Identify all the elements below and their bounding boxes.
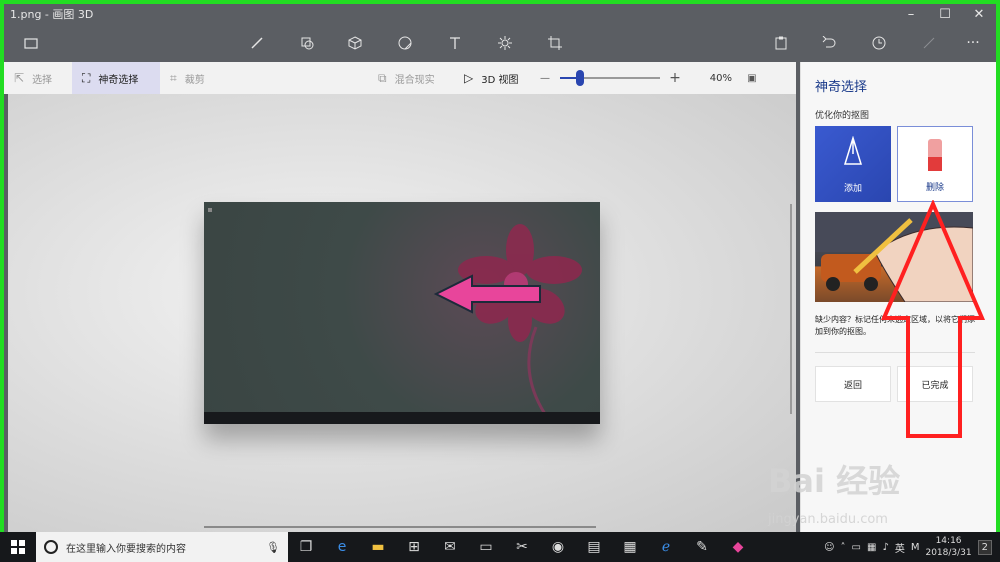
more-icon[interactable]: ···	[962, 32, 984, 54]
windows-start-icon[interactable]	[0, 532, 36, 562]
main-toolbar: ···	[4, 24, 996, 62]
microphone-icon[interactable]: 🎙	[266, 541, 280, 554]
image-view-icon[interactable]: ▣	[732, 73, 772, 84]
erase-mode-button[interactable]: 删除	[897, 126, 973, 202]
crop-tool[interactable]: ⌗ 裁剪	[160, 62, 230, 94]
file-explorer-icon[interactable]: ▬	[360, 532, 396, 562]
crop-icon: ⌗	[170, 70, 177, 85]
magic-select-icon: ⛶	[82, 70, 91, 85]
magic-select-panel: 神奇选择 优化你的抠图 添加 删除 缺少内容？标记任何未选定区域，以将它们添加到…	[800, 62, 996, 532]
zoom-slider-thumb[interactable]	[576, 70, 584, 86]
horizontal-scrollbar[interactable]	[204, 526, 596, 528]
3d-shapes-icon[interactable]	[344, 32, 366, 54]
redo-icon[interactable]	[918, 32, 940, 54]
zoom-out-button[interactable]: —	[534, 73, 556, 84]
erase-label: 删除	[925, 183, 944, 193]
zoom-in-button[interactable]: +	[664, 70, 686, 86]
history-icon[interactable]	[868, 32, 890, 54]
task-view-icon[interactable]: ❐	[288, 532, 324, 562]
panel-subtitle: 优化你的抠图	[815, 111, 870, 121]
pen-icon	[843, 136, 863, 165]
system-tray: ☺ ˄ ▭ ▦ ♪ 英 M 14:16 2018/3/31 2	[824, 535, 1000, 559]
maximize-button[interactable]: ☐	[928, 4, 962, 24]
people-icon[interactable]: ☺	[824, 542, 834, 553]
select-tool[interactable]: ⇱ 选择	[4, 62, 72, 94]
crop-label: 裁剪	[184, 74, 205, 86]
zoom-slider[interactable]	[556, 62, 664, 94]
magic-select-label: 神奇选择	[98, 74, 139, 86]
select-label: 选择	[32, 74, 53, 86]
hint-illustration	[815, 212, 973, 302]
effects-icon[interactable]	[494, 32, 516, 54]
title-bar: 1.png - 画图 3D – ☐ ✕	[4, 4, 996, 24]
battery-icon[interactable]: ▭	[852, 542, 861, 553]
canvas-area[interactable]	[8, 94, 796, 532]
brush-icon[interactable]	[246, 32, 268, 54]
tray-expand-icon[interactable]: ˄	[841, 542, 846, 553]
done-button[interactable]: 已完成	[897, 366, 973, 402]
eraser-icon	[928, 139, 942, 171]
cortana-icon	[44, 540, 58, 554]
internet-explorer-icon[interactable]: ℯ	[648, 532, 684, 562]
window-title: 1.png - 画图 3D	[10, 8, 94, 21]
menu-folder-icon[interactable]	[20, 32, 42, 54]
text-icon[interactable]	[444, 32, 466, 54]
input-lang-indicator[interactable]: 英	[895, 540, 905, 555]
ime-indicator[interactable]: M	[911, 542, 920, 553]
remote-desktop-icon[interactable]: ▭	[468, 532, 504, 562]
hint-text: 缺少内容？标记任何未选定区域，以将它们添加到你的抠图。	[815, 315, 975, 336]
pointer-icon: ⇱	[14, 71, 25, 85]
add-label: 添加	[843, 184, 862, 194]
mixed-reality-button[interactable]: ⧉ 混合现实	[368, 62, 454, 94]
3d-view-label: 3D 视图	[481, 74, 519, 86]
network-icon[interactable]: ▦	[867, 542, 876, 553]
taskbar-clock[interactable]: 14:16 2018/3/31	[925, 535, 971, 559]
3d-view-button[interactable]: ▷ 3D 视图	[454, 62, 534, 94]
magic-select-subbar: ⇱ 选择 ⛶ 神奇选择 ⌗ 裁剪 ⧉ 混合现实 ▷ 3D 视图 — + 40% …	[4, 62, 796, 94]
zoom-level: 40%	[709, 72, 732, 84]
stickers-icon[interactable]	[394, 32, 416, 54]
clock-date: 2018/3/31	[925, 548, 972, 558]
notification-badge[interactable]: 2	[977, 539, 992, 555]
3d-view-icon: ▷	[464, 71, 474, 85]
mail-icon[interactable]: ✉	[432, 532, 468, 562]
calculator-icon[interactable]: ▦	[612, 532, 648, 562]
magic-select-tool[interactable]: ⛶ 神奇选择	[72, 62, 160, 94]
vertical-scrollbar[interactable]	[790, 204, 792, 414]
paint-classic-icon[interactable]: ✎	[684, 532, 720, 562]
canvas-icon[interactable]	[544, 32, 566, 54]
paint-icon[interactable]: ◉	[540, 532, 576, 562]
back-button[interactable]: 返回	[815, 366, 891, 402]
snipping-tool-icon[interactable]: ✂	[504, 532, 540, 562]
2d-shapes-icon[interactable]	[296, 32, 318, 54]
store-icon[interactable]: ⊞	[396, 532, 432, 562]
volume-icon[interactable]: ♪	[882, 542, 888, 553]
taskbar-search[interactable]: 在这里输入你要搜索的内容 🎙	[36, 532, 288, 562]
windows-taskbar: 在这里输入你要搜索的内容 🎙 ❐ e ▬ ⊞ ✉ ▭ ✂ ◉ ▤ ▦ ℯ ✎ ◆…	[0, 532, 1000, 562]
flower-photo	[208, 208, 582, 425]
close-button[interactable]: ✕	[962, 4, 996, 24]
taskbar-search-placeholder: 在这里输入你要搜索的内容	[66, 543, 186, 555]
image-taskbar	[204, 412, 600, 424]
notepad-icon[interactable]: ▤	[576, 532, 612, 562]
paint3d-taskbar-icon[interactable]: ◆	[720, 532, 756, 562]
panel-title: 神奇选择	[815, 80, 868, 95]
edge-icon[interactable]: e	[324, 532, 360, 562]
mixed-reality-icon: ⧉	[378, 70, 387, 85]
paint3d-window: 1.png - 画图 3D – ☐ ✕ ··· ⇱ 选择 ⛶ 神奇选择 ⌗ 裁剪…	[4, 4, 996, 532]
minimize-button[interactable]: –	[894, 4, 928, 24]
add-mode-button[interactable]: 添加	[815, 126, 891, 202]
mixed-reality-label: 混合现实	[394, 74, 435, 86]
paste-icon[interactable]	[770, 32, 792, 54]
panel-divider	[815, 352, 975, 353]
undo-icon[interactable]	[818, 32, 840, 54]
clock-time: 14:16	[935, 536, 962, 546]
selected-image[interactable]	[204, 202, 600, 425]
